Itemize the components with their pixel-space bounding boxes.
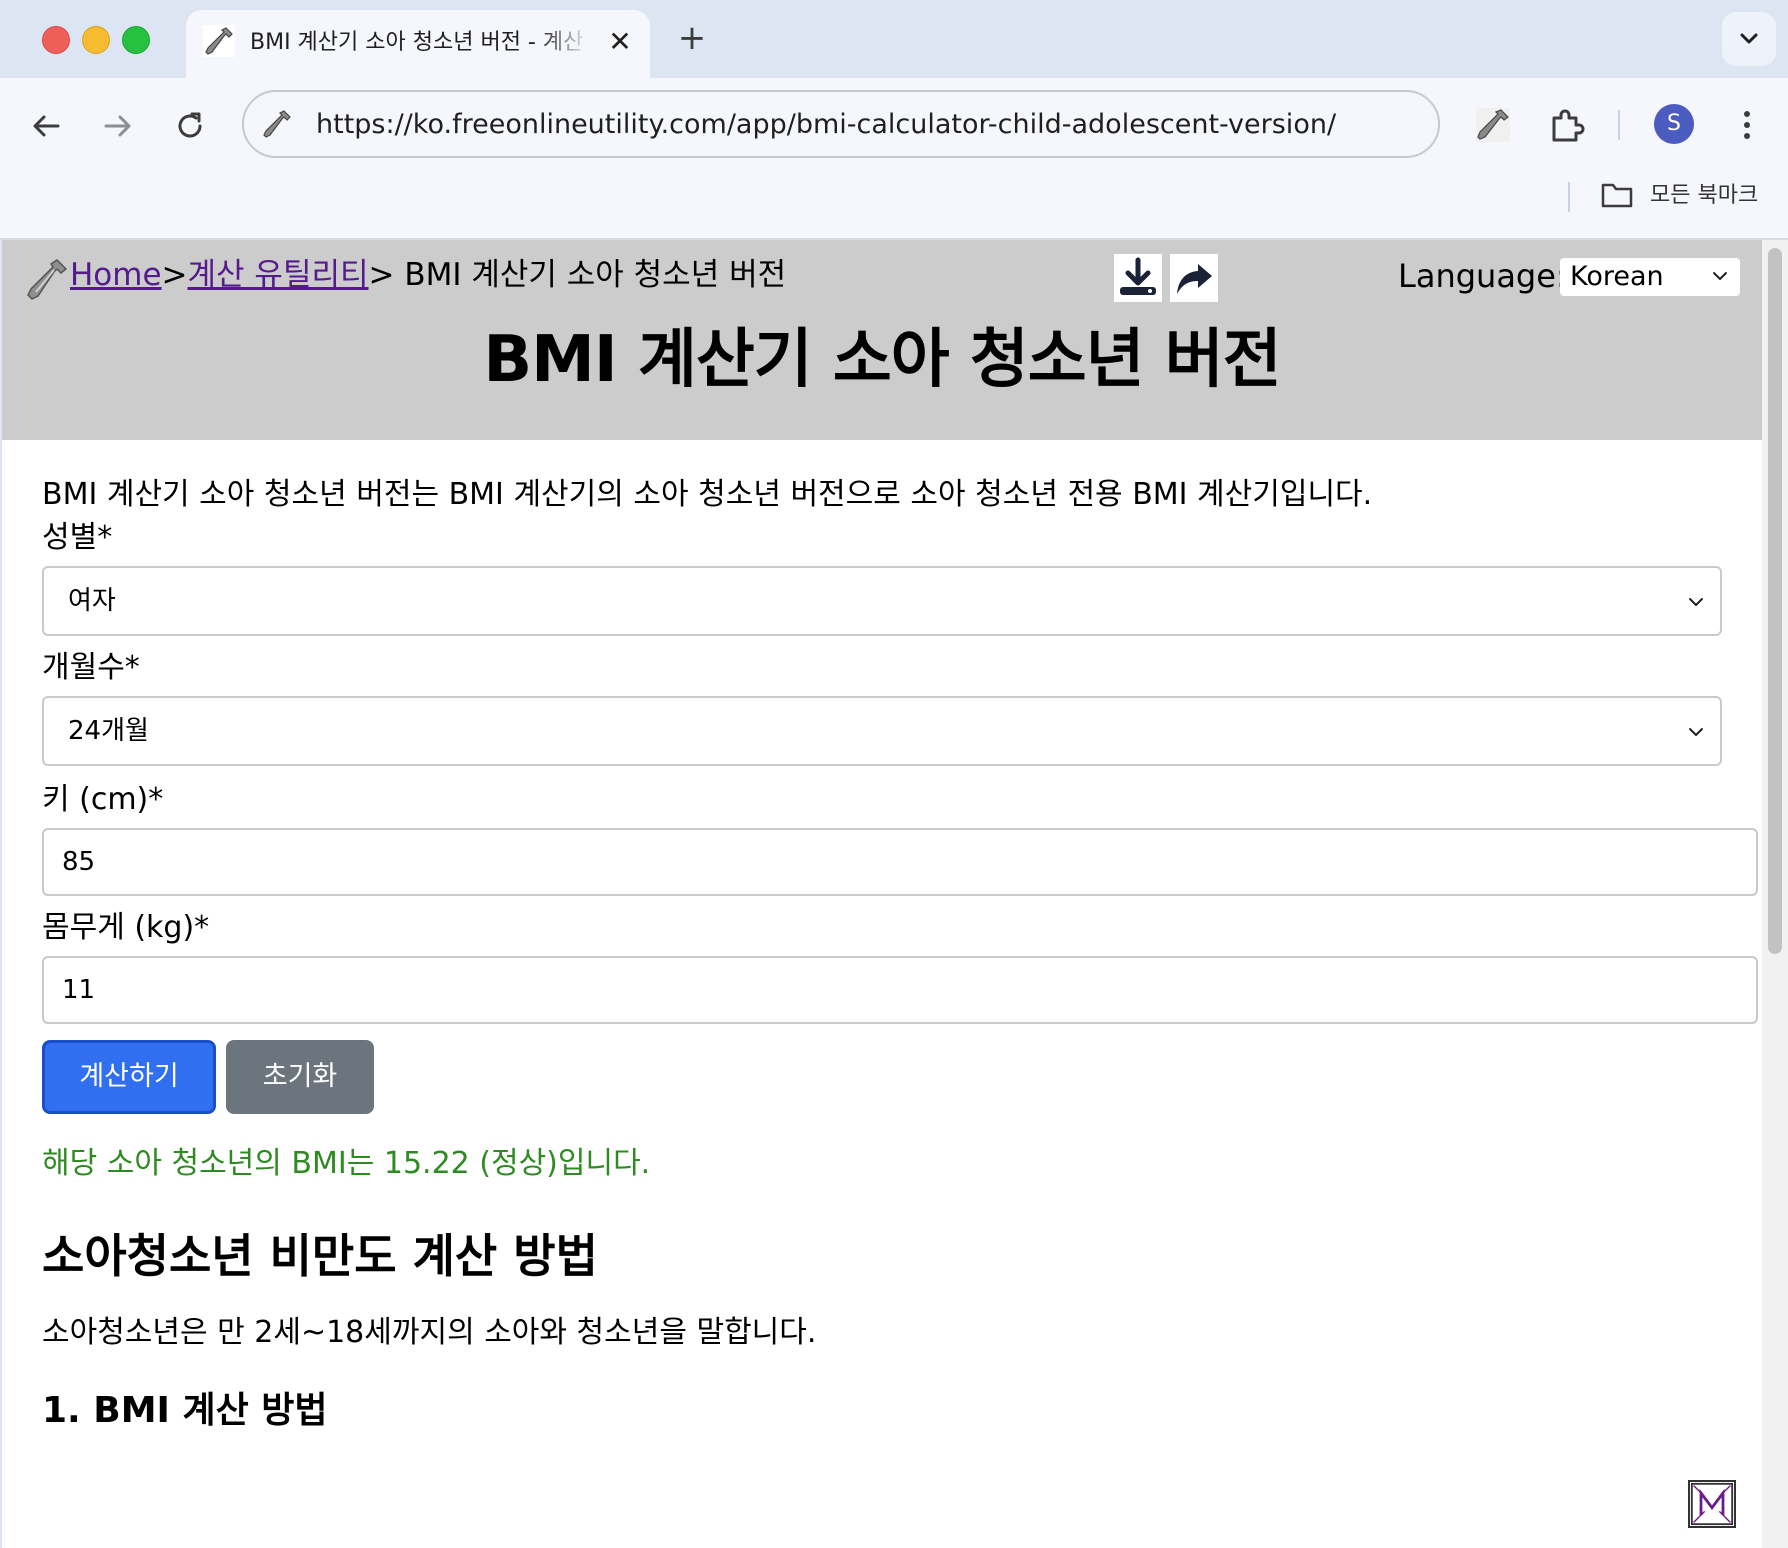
window-close-button[interactable] — [42, 26, 70, 54]
gender-label: 성별* — [42, 520, 113, 555]
puzzle-icon[interactable] — [1546, 104, 1588, 146]
window-zoom-button[interactable] — [122, 26, 150, 54]
months-select-value: 24개월 — [68, 716, 149, 746]
site-wrench-icon[interactable] — [260, 107, 294, 141]
share-icon[interactable] — [1170, 254, 1218, 302]
breadcrumb: Home>계산 유틸리티> BMI 계산기 소아 청소년 버전 — [70, 254, 786, 296]
more-vertical-icon[interactable] — [1726, 104, 1768, 146]
all-bookmarks-label: 모든 북마크 — [1650, 183, 1759, 208]
bookmark-divider — [1568, 182, 1570, 212]
months-select[interactable]: 24개월 — [42, 696, 1722, 766]
chevron-down-icon — [1740, 33, 1758, 44]
reload-icon[interactable] — [168, 104, 212, 148]
tab-close-icon[interactable]: ✕ — [604, 26, 636, 58]
page-viewport: Home>계산 유틸리티> BMI 계산기 소아 청소년 버전 Language… — [2, 240, 1762, 1548]
intro-text: BMI 계산기 소아 청소년 버전는 BMI 계산기의 소아 청소년 버전으로 … — [42, 477, 1373, 512]
gender-select-value: 여자 — [68, 586, 116, 616]
folder-icon — [1601, 183, 1633, 208]
months-label: 개월수* — [42, 650, 140, 685]
url-text[interactable]: https://ko.freeonlineutility.com/app/bmi… — [316, 108, 1336, 142]
toolbar-divider — [1618, 110, 1620, 140]
new-tab-button[interactable]: + — [674, 20, 710, 56]
weight-label: 몸무게 (kg)* — [42, 910, 210, 945]
forward-arrow-icon[interactable] — [96, 104, 140, 148]
profile-avatar[interactable]: S — [1654, 104, 1694, 144]
weight-input-value: 11 — [62, 975, 96, 1005]
back-arrow-icon[interactable] — [24, 104, 68, 148]
section-paragraph: 소아청소년은 만 2세~18세까지의 소아와 청소년을 말합니다. — [42, 1315, 817, 1350]
tab-strip: BMI 계산기 소아 청소년 버전 - 계산 유틸리티 ✕ + — [0, 0, 1788, 78]
height-label: 키 (cm)* — [42, 782, 164, 817]
height-input-value: 85 — [62, 847, 96, 877]
breadcrumb-separator: > — [161, 257, 188, 293]
page-scrollbar-thumb[interactable] — [1768, 248, 1782, 954]
language-select-value: Korean — [1570, 261, 1664, 292]
chevron-down-icon — [1689, 598, 1703, 606]
chevron-down-icon — [1713, 272, 1727, 280]
tab-title: BMI 계산기 소아 청소년 버전 - 계산 유틸리티 — [250, 30, 590, 55]
window-minimize-button[interactable] — [82, 26, 110, 54]
breadcrumb-current: > BMI 계산기 소아 청소년 버전 — [368, 257, 787, 293]
tab-active[interactable]: BMI 계산기 소아 청소년 버전 - 계산 유틸리티 ✕ — [186, 10, 650, 78]
height-input[interactable]: 85 — [42, 828, 1758, 896]
section-heading: 소아청소년 비만도 계산 방법 — [42, 1229, 598, 1283]
m-logo-widget-icon[interactable] — [1688, 1480, 1736, 1528]
language-select[interactable]: Korean — [1560, 258, 1740, 296]
bmi-result-text: 해당 소아 청소년의 BMI는 15.22 (정상)입니다. — [42, 1146, 651, 1181]
language-label: Language: — [1398, 257, 1567, 295]
page-header: Home>계산 유틸리티> BMI 계산기 소아 청소년 버전 Language… — [2, 240, 1762, 440]
tab-search-button[interactable] — [1722, 12, 1776, 66]
reset-button[interactable]: 초기화 — [226, 1040, 374, 1114]
breadcrumb-category-link[interactable]: 계산 유틸리티 — [188, 257, 369, 293]
address-bar[interactable]: https://ko.freeonlineutility.com/app/bmi… — [242, 90, 1440, 158]
browser-toolbar: https://ko.freeonlineutility.com/app/bmi… — [0, 78, 1788, 240]
extension-wrench-icon[interactable] — [1472, 104, 1514, 146]
page-title: BMI 계산기 소아 청소년 버전 — [483, 323, 1281, 397]
breadcrumb-home-link[interactable]: Home — [70, 257, 162, 293]
gender-select[interactable]: 여자 — [42, 566, 1722, 636]
wrench-icon — [203, 25, 235, 57]
download-icon[interactable] — [1114, 254, 1162, 302]
chevron-down-icon — [1689, 728, 1703, 736]
calculate-button[interactable]: 계산하기 — [42, 1040, 216, 1114]
weight-input[interactable]: 11 — [42, 956, 1758, 1024]
subsection-heading: 1. BMI 계산 방법 — [42, 1390, 328, 1431]
site-logo-wrench-icon[interactable] — [24, 256, 70, 302]
